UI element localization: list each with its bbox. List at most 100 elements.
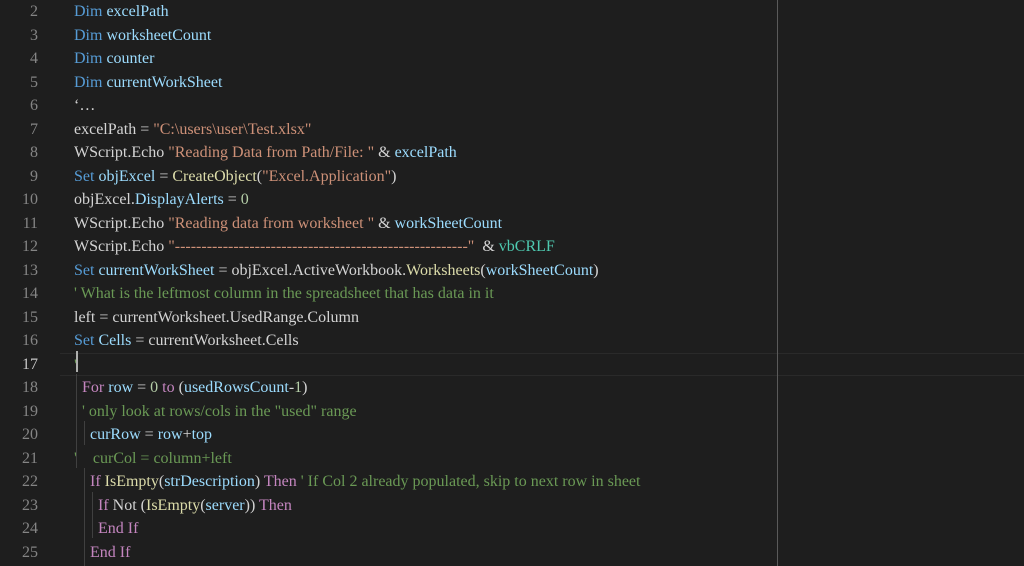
- code-token: to: [158, 379, 179, 396]
- code-token: = currentWorksheet.Cells: [131, 332, 299, 349]
- code-token: CreateObject: [172, 167, 257, 185]
- code-line[interactable]: left = currentWorksheet.UsedRange.Column: [74, 306, 1024, 330]
- code-area[interactable]: Dim excelPath Dim worksheetCount Dim count…: [0, 0, 1024, 566]
- code-line[interactable]: Set currentWorkSheet = objExcel.ActiveWo…: [74, 259, 1024, 283]
- code-token: ' What is the leftmost column in the spr…: [74, 285, 494, 302]
- code-token: Dim: [74, 50, 107, 67]
- code-line[interactable]: WScript.Echo "Reading Data from Path/Fil…: [74, 141, 1024, 165]
- code-token: Dim: [74, 3, 107, 20]
- code-token: objExcel.: [74, 191, 135, 208]
- code-line[interactable]: If Not (IsEmpty(server)) Then: [74, 494, 1024, 518]
- code-token: usedRowsCount: [183, 379, 289, 396]
- code-line[interactable]: curRow = row+top: [74, 423, 1024, 447]
- code-token: "C:\users\user\Test.xlsx": [153, 120, 312, 138]
- indent-guide: [84, 421, 85, 445]
- code-token: Set: [74, 332, 99, 349]
- code-token: top: [191, 426, 213, 443]
- code-token: &: [374, 214, 395, 232]
- code-editor[interactable]: 2 3 4 5 6 7 8 9 10 11 12 13 14 15 16 17 18 19 20 21 22 23 24 25…: [0, 0, 1024, 566]
- code-line[interactable]: Set Cells = currentWorksheet.Cells: [74, 329, 1024, 353]
- code-token: = objExcel.ActiveWorkbook.: [214, 261, 407, 279]
- code-token: counter: [106, 50, 155, 67]
- code-token: DisplayAlerts: [134, 191, 224, 208]
- code-token: IsEmpty: [145, 496, 201, 514]
- code-token: If: [74, 473, 105, 490]
- code-token: &: [474, 238, 499, 255]
- code-line[interactable]: Dim counter: [74, 47, 1024, 71]
- code-token: WScript.Echo: [74, 144, 169, 161]
- code-line[interactable]: Dim currentWorkSheet: [74, 71, 1024, 95]
- code-token: strDescription: [164, 473, 255, 490]
- code-token: row: [108, 379, 134, 396]
- code-token: =: [223, 191, 241, 208]
- code-line[interactable]: End If: [74, 541, 1024, 565]
- code-token: vbCRLF: [498, 238, 555, 255]
- code-line[interactable]: For row = 0 to (usedRowsCount-1): [74, 376, 1024, 400]
- code-token: "Reading data from worksheet ": [168, 214, 375, 232]
- code-token: server: [205, 496, 245, 514]
- code-token: ' If Col 2 already populated, skip to ne…: [296, 473, 641, 490]
- code-token: Dim: [74, 26, 107, 44]
- code-token: =: [140, 426, 158, 443]
- code-token: currentWorkSheet: [106, 73, 223, 91]
- code-token: row: [157, 426, 183, 443]
- code-token: worksheetCount: [106, 26, 212, 44]
- column-ruler: [777, 0, 778, 566]
- code-token: Not (: [112, 496, 146, 514]
- code-line[interactable]: ': [60, 352, 1024, 376]
- code-token: Dim: [74, 73, 107, 91]
- code-token: ' only look at rows/cols in the "used" r…: [74, 402, 357, 420]
- code-line[interactable]: ' curCol = column+left: [74, 447, 1024, 471]
- code-token: workSheetCount: [485, 261, 594, 279]
- code-token: ): [302, 379, 308, 396]
- code-token: Cells: [98, 332, 132, 349]
- code-token: For: [74, 379, 109, 396]
- code-line[interactable]: ' only look at rows/cols in the "used" r…: [74, 400, 1024, 424]
- code-token: WScript.Echo: [74, 214, 169, 232]
- code-token: Then: [263, 473, 297, 490]
- code-token: Worksheets: [406, 261, 481, 279]
- code-token: ): [254, 473, 264, 490]
- code-token: 0: [240, 191, 249, 208]
- code-token: End If: [74, 543, 131, 561]
- code-token: excelPath: [106, 3, 169, 20]
- code-line[interactable]: WScript.Echo "--------------------------…: [74, 235, 1024, 259]
- code-line[interactable]: ‘…: [74, 94, 1024, 118]
- indent-guide: [84, 468, 85, 566]
- code-token: If: [74, 496, 113, 514]
- code-token: left = currentWorksheet.UsedRange.Column: [74, 308, 359, 326]
- code-token: WScript.Echo: [74, 238, 169, 255]
- code-line[interactable]: excelPath = "C:\users\user\Test.xlsx": [74, 118, 1024, 142]
- code-line[interactable]: If IsEmpty(strDescription) Then ' If Col…: [74, 470, 1024, 494]
- code-line[interactable]: WScript.Echo "Reading data from workshee…: [74, 212, 1024, 236]
- code-line[interactable]: ' What is the leftmost column in the spr…: [74, 282, 1024, 306]
- text-cursor: [76, 351, 78, 372]
- code-token: )): [244, 496, 259, 514]
- code-line[interactable]: End If: [74, 517, 1024, 541]
- indent-guide: [76, 374, 77, 468]
- code-token: "---------------------------------------…: [168, 238, 475, 255]
- code-token: excelPath =: [74, 120, 154, 138]
- code-token: excelPath: [394, 144, 457, 161]
- code-token: Set: [74, 167, 99, 185]
- code-token: IsEmpty: [104, 473, 159, 490]
- code-token: +: [182, 426, 192, 443]
- code-line[interactable]: Set objExcel = CreateObject("Excel.Appli…: [74, 165, 1024, 189]
- code-token: =: [155, 167, 173, 185]
- code-token: 0: [150, 379, 159, 396]
- code-token: "Reading Data from Path/File: ": [168, 144, 375, 161]
- code-token: objExcel: [98, 167, 156, 185]
- code-token: ): [593, 261, 599, 279]
- code-line[interactable]: objExcel.DisplayAlerts = 0: [74, 188, 1024, 212]
- code-token: Then: [259, 496, 292, 514]
- code-token: ): [391, 167, 397, 185]
- code-token: curRow: [90, 426, 141, 443]
- code-token: workSheetCount: [394, 214, 503, 232]
- code-line[interactable]: Dim worksheetCount: [74, 24, 1024, 48]
- indent-guide: [92, 492, 93, 538]
- code-token: "Excel.Application": [262, 167, 392, 185]
- code-token: ‘…: [74, 97, 96, 114]
- code-line[interactable]: Dim excelPath: [74, 0, 1024, 24]
- code-token: currentWorkSheet: [98, 261, 215, 279]
- code-token: 1: [294, 379, 303, 396]
